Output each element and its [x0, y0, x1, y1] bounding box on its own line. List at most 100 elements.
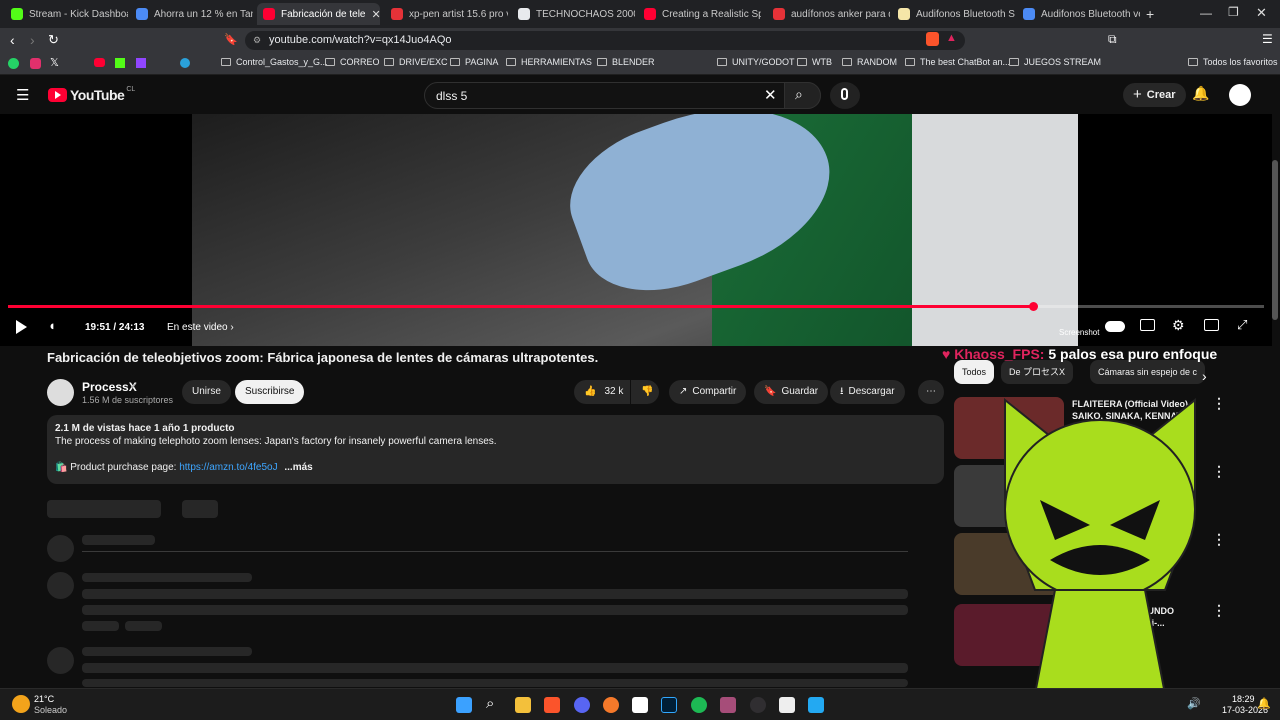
- brave-shield-icon[interactable]: [926, 32, 939, 46]
- filter-chip[interactable]: Cámaras sin espejo de c: [1090, 360, 1206, 384]
- share-button[interactable]: ↗ Compartir: [669, 380, 747, 404]
- browser-tab[interactable]: TECHNOCHAOS 2000 - Go✕: [512, 3, 635, 25]
- close-window-button[interactable]: ✕: [1256, 5, 1267, 21]
- play-button[interactable]: [16, 320, 27, 334]
- minimize-button[interactable]: —: [1200, 6, 1212, 20]
- forward-icon[interactable]: ›: [30, 32, 35, 48]
- progress-scrubber[interactable]: [1028, 302, 1038, 311]
- maximize-button[interactable]: ❐: [1228, 5, 1239, 19]
- start-icon[interactable]: [456, 697, 472, 713]
- channel-avatar[interactable]: [47, 379, 74, 406]
- extensions-icon[interactable]: ⧉: [1108, 32, 1117, 47]
- browser-tab[interactable]: Audifonos Bluetooth verd✕: [1017, 3, 1140, 25]
- bookmark-item[interactable]: WTB: [797, 57, 832, 67]
- browser-tab[interactable]: xp-pen artist 15.6 pro v2 c✕: [385, 3, 508, 25]
- brave-rewards-icon[interactable]: ▲: [946, 32, 957, 44]
- progress-track[interactable]: [8, 302, 1264, 311]
- bookmark-item[interactable]: HERRAMIENTAS: [506, 57, 592, 67]
- save-button[interactable]: 🔖 Guardar: [754, 380, 829, 404]
- fullscreen-icon[interactable]: ⤢: [1237, 317, 1247, 333]
- browser-tab[interactable]: audífonos anker para don✕: [767, 3, 890, 25]
- new-tab-button[interactable]: +: [1146, 6, 1154, 22]
- description-box[interactable]: 2.1 M de vistas hace 1 año 1 producto Th…: [47, 415, 944, 484]
- vscode-icon[interactable]: [808, 697, 824, 713]
- voice-search-button[interactable]: [830, 82, 860, 109]
- notepad-icon[interactable]: [779, 697, 795, 713]
- bookmark-item[interactable]: CORREO: [325, 57, 380, 67]
- more-actions-button[interactable]: ⋯: [918, 380, 944, 404]
- theater-mode-icon[interactable]: [1204, 319, 1219, 331]
- youtube-logo[interactable]: YouTube CL: [48, 86, 135, 103]
- site-info-icon[interactable]: ⚙: [253, 31, 261, 50]
- bookmark-item[interactable]: Todos los favoritos: [1188, 57, 1278, 67]
- obs-icon[interactable]: [750, 697, 766, 713]
- whatsapp-icon[interactable]: [8, 58, 19, 69]
- youtube-bookmark-icon[interactable]: [94, 58, 105, 67]
- brave-taskbar-icon[interactable]: [544, 697, 560, 713]
- video-frame[interactable]: [192, 114, 1078, 346]
- subtitles-icon[interactable]: [1140, 319, 1155, 331]
- more-vertical-icon[interactable]: ⋮: [1212, 395, 1226, 412]
- bookmark-item[interactable]: BLENDER: [597, 57, 655, 67]
- app-icon[interactable]: [720, 697, 736, 713]
- clear-search-icon[interactable]: ✕: [764, 86, 777, 104]
- notifications-bell-icon[interactable]: 🔔: [1192, 85, 1209, 102]
- menu-icon[interactable]: ☰: [1262, 32, 1273, 46]
- subscribe-button[interactable]: Suscribirse: [235, 380, 305, 404]
- dislike-button[interactable]: 👎: [631, 380, 659, 404]
- channel-name[interactable]: ProcessX: [82, 380, 137, 394]
- volume-icon[interactable]: ◖: [48, 318, 56, 333]
- notion-icon[interactable]: [632, 697, 648, 713]
- tab-close-icon[interactable]: ✕: [366, 8, 381, 21]
- x-icon[interactable]: 𝕏: [50, 56, 59, 69]
- file-explorer-icon[interactable]: [515, 697, 531, 713]
- bookmark-item[interactable]: DRIVE/EXC: [384, 57, 448, 67]
- bookmark-item[interactable]: PAGINA: [450, 57, 498, 67]
- bookmark-item[interactable]: RANDOM: [842, 57, 897, 67]
- weather-icon[interactable]: [12, 695, 30, 713]
- instagram-icon[interactable]: [30, 58, 41, 69]
- browser-tab[interactable]: Creating a Realistic Spruce✕: [638, 3, 761, 25]
- video-player[interactable]: ◖ 19:51 / 24:13 En este video › Screensh…: [0, 114, 1272, 346]
- twitch-icon[interactable]: [136, 58, 146, 68]
- guide-menu-icon[interactable]: ☰: [16, 86, 29, 104]
- filter-chip[interactable]: Todos: [954, 360, 995, 384]
- bookmark-item[interactable]: JUEGOS STREAM: [1009, 57, 1101, 67]
- like-button[interactable]: 👍 32 k: [574, 380, 630, 404]
- reload-icon[interactable]: ↻: [48, 32, 59, 48]
- back-icon[interactable]: ‹: [10, 32, 15, 48]
- download-button[interactable]: ⭳ Descargar: [830, 380, 905, 404]
- taskbar-search-icon[interactable]: ⌕: [486, 695, 494, 712]
- notification-icon[interactable]: 🔔: [1257, 697, 1271, 710]
- photoshop-icon[interactable]: [661, 697, 677, 713]
- url-field[interactable]: ⚙ youtube.com/watch?v=qx14Juo4AQo: [245, 31, 965, 50]
- filter-chip[interactable]: De プロセスX: [1001, 360, 1074, 384]
- more-vertical-icon[interactable]: ⋮: [1212, 463, 1226, 480]
- autoplay-toggle[interactable]: [1105, 321, 1125, 332]
- product-link[interactable]: https://amzn.to/4fe5oJ: [179, 462, 277, 473]
- search-button[interactable]: ⌕: [784, 82, 821, 109]
- create-button[interactable]: + Crear: [1123, 83, 1186, 107]
- volume-tray-icon[interactable]: 🔊: [1187, 697, 1201, 710]
- search-input[interactable]: dlss 5: [424, 82, 821, 109]
- join-button[interactable]: Unirse: [182, 380, 231, 404]
- browser-tab[interactable]: Audifonos Bluetooth Sour✕: [892, 3, 1015, 25]
- chips-next-icon[interactable]: ›: [1202, 368, 1207, 384]
- clock-time[interactable]: 18:29: [1232, 694, 1255, 704]
- discord-icon[interactable]: [574, 697, 590, 713]
- screenshot-label[interactable]: Screenshot: [1059, 328, 1099, 337]
- bookmark-page-icon[interactable]: 🔖: [224, 33, 238, 46]
- browser-tab[interactable]: Stream - Kick Dashboa✕: [5, 3, 128, 25]
- bookmark-item[interactable]: Control_Gastos_y_G...: [221, 57, 328, 67]
- spotify-icon[interactable]: [691, 697, 707, 713]
- chapter-button[interactable]: En este video ›: [167, 322, 234, 333]
- bookmark-item[interactable]: The best ChatBot an...: [905, 57, 1010, 67]
- more-vertical-icon[interactable]: ⋮: [1212, 531, 1226, 548]
- avatar[interactable]: [1229, 84, 1251, 106]
- settings-gear-icon[interactable]: ⚙: [1172, 317, 1185, 334]
- browser-tab[interactable]: Fabricación de tele ✕: [257, 3, 380, 25]
- bookmark-item[interactable]: UNITY/GODOT: [717, 57, 795, 67]
- telegram-icon[interactable]: [180, 58, 190, 68]
- browser-tab[interactable]: Ahorra un 12 % en Tangy T✕: [130, 3, 253, 25]
- page-scrollbar[interactable]: [1272, 160, 1278, 320]
